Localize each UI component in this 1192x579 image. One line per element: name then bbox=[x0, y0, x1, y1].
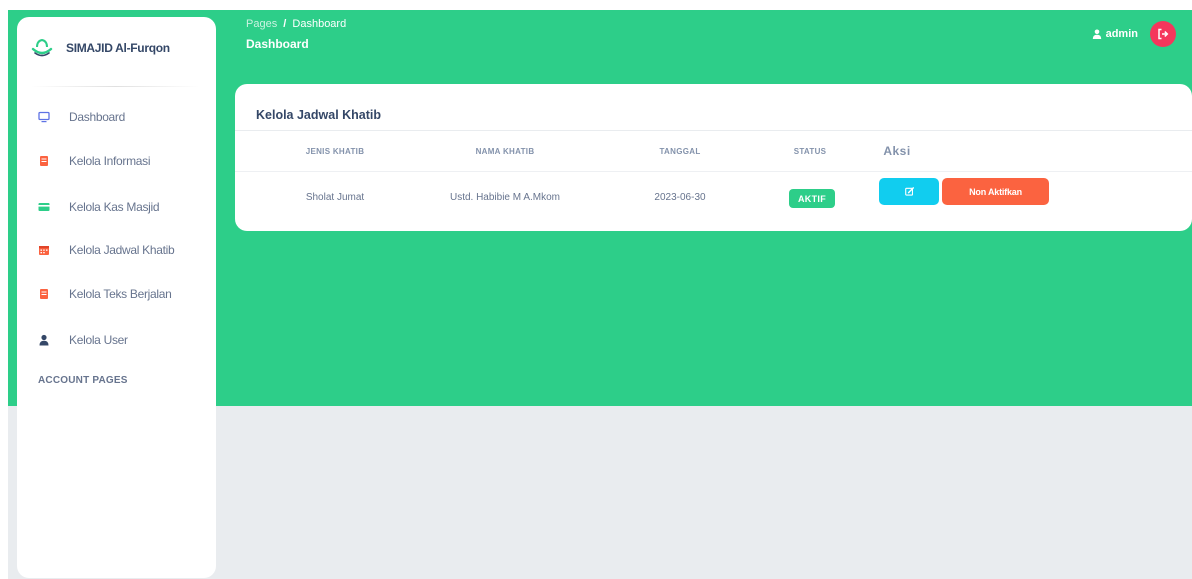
breadcrumb-current: Dashboard bbox=[292, 18, 347, 30]
card-divider bbox=[235, 130, 1192, 131]
sidebar-item-kelola-teks-berjalan[interactable]: Kelola Teks Berjalan bbox=[38, 285, 172, 303]
sidebar-divider bbox=[30, 86, 200, 87]
sidebar-item-label: Kelola Jadwal Khatib bbox=[69, 243, 175, 257]
sidebar-item-dashboard[interactable]: Dashboard bbox=[38, 108, 125, 126]
sidebar-item-kelola-user[interactable]: Kelola User bbox=[38, 331, 128, 349]
user-icon bbox=[39, 334, 49, 346]
column-header-status: STATUS bbox=[793, 147, 827, 156]
sidebar-item-kelola-informasi[interactable]: Kelola Informasi bbox=[38, 152, 151, 170]
sidebar-item-label: Kelola Teks Berjalan bbox=[69, 287, 172, 301]
document-icon bbox=[40, 289, 48, 299]
document-icon bbox=[40, 156, 48, 166]
calendar-icon bbox=[39, 246, 49, 255]
column-header-aksi: Aksi bbox=[883, 144, 911, 158]
sidebar-item-label: Kelola User bbox=[69, 333, 128, 347]
mosque-logo-icon bbox=[31, 38, 53, 57]
sidebar-item-kelola-kas-masjid[interactable]: Kelola Kas Masjid bbox=[38, 198, 160, 216]
breadcrumb: Pages / Dashboard bbox=[246, 18, 346, 30]
page-title: Dashboard bbox=[246, 37, 309, 51]
brand-name: SIMAJID Al-Furqon bbox=[66, 41, 170, 55]
sign-out-icon bbox=[1158, 28, 1169, 40]
user-name[interactable]: admin bbox=[1106, 28, 1138, 40]
breadcrumb-separator: / bbox=[283, 18, 287, 30]
sidebar-item-kelola-jadwal-khatib[interactable]: Kelola Jadwal Khatib bbox=[38, 241, 175, 259]
brand[interactable]: SIMAJID Al-Furqon bbox=[30, 38, 170, 58]
credit-card-icon bbox=[38, 203, 50, 211]
monitor-icon bbox=[38, 111, 50, 123]
jadwal-khatib-card: Kelola Jadwal Khatib JENIS KHATIB NAMA K… bbox=[235, 84, 1192, 231]
column-header-jenis-khatib: JENIS KHATIB bbox=[305, 147, 365, 156]
cell-nama-khatib: Ustd. Habibie M A.Mkom bbox=[449, 192, 561, 203]
deactivate-button[interactable]: Non Aktifkan bbox=[942, 178, 1049, 205]
card-title: Kelola Jadwal Khatib bbox=[256, 108, 382, 122]
row-divider bbox=[235, 171, 1192, 172]
sidebar-item-label: Kelola Informasi bbox=[69, 154, 151, 168]
sidebar-item-label: Kelola Kas Masjid bbox=[69, 200, 160, 214]
user-icon bbox=[1092, 29, 1101, 39]
cell-jenis-khatib: Sholat Jumat bbox=[305, 192, 365, 203]
edit-icon bbox=[904, 187, 914, 196]
sidebar-item-label: Dashboard bbox=[69, 110, 126, 124]
section-label-account-pages: ACCOUNT PAGES bbox=[38, 375, 128, 386]
column-header-nama-khatib: NAMA KHATIB bbox=[475, 147, 535, 156]
status-badge: AKTIF bbox=[789, 189, 835, 208]
breadcrumb-root[interactable]: Pages bbox=[246, 18, 277, 30]
cell-tanggal: 2023-06-30 bbox=[654, 192, 706, 203]
edit-button[interactable] bbox=[879, 178, 939, 205]
logout-button[interactable] bbox=[1150, 21, 1176, 47]
user-menu: admin bbox=[1092, 21, 1176, 47]
column-header-tanggal: TANGGAL bbox=[659, 147, 701, 156]
